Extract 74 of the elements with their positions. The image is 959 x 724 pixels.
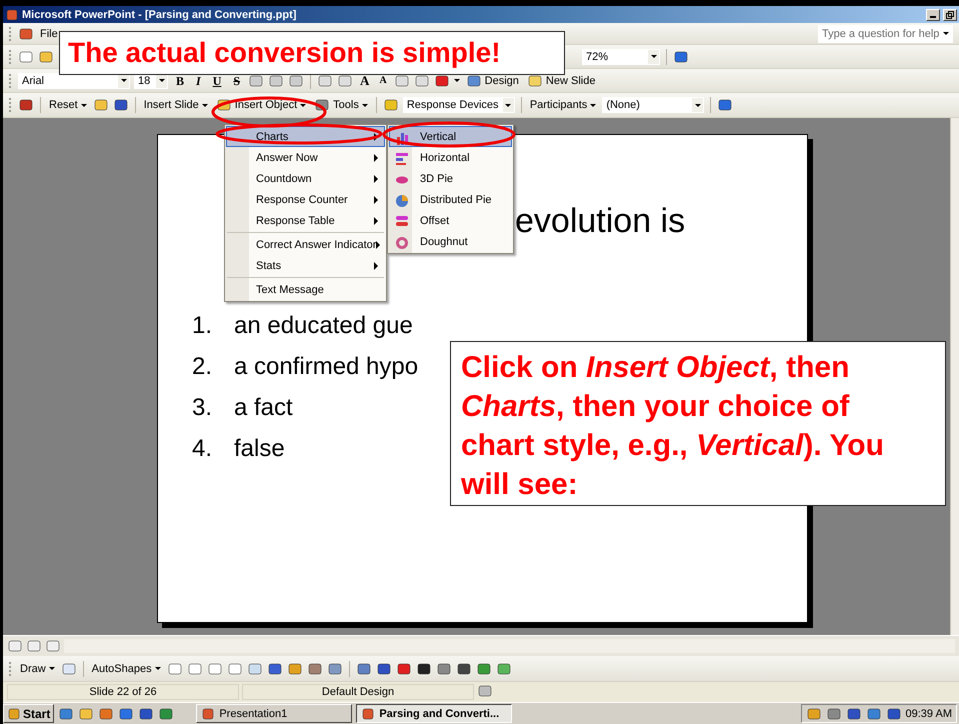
font-size-button[interactable]: A [357, 73, 372, 88]
zoom-combo[interactable]: 72% [582, 48, 660, 64]
menu-item[interactable]: Correct Answer Indicator [226, 231, 385, 255]
taskbar-button[interactable]: Parsing and Converti... [356, 704, 512, 723]
format-button[interactable]: S [229, 74, 244, 88]
option-number: 3. [192, 393, 214, 423]
caret-icon [454, 79, 460, 82]
slide-counter: Slide 22 of 26 [7, 684, 239, 700]
caret-icon [48, 667, 55, 670]
caret-icon [300, 104, 306, 106]
submenu-arrow-icon [374, 132, 378, 140]
response-devices-combo[interactable]: Response Devices [402, 97, 515, 113]
restore-icon [946, 10, 954, 18]
caret-icon [590, 104, 596, 106]
slide-title: evolution is [515, 201, 686, 241]
caret-icon [154, 667, 161, 670]
option-text: a confirmed hypo [234, 352, 418, 382]
menu-item[interactable]: Text Message [226, 276, 385, 300]
caret-icon [362, 104, 368, 106]
design-button[interactable]: Design [464, 72, 521, 88]
clock: 09:39 AM [906, 708, 952, 720]
annotation-callout: Click on Insert Object, then Charts, then your choice of chart style, e.g., Vertical). You will see: [450, 341, 946, 506]
format-button[interactable]: B [172, 74, 188, 88]
insert-slide-button[interactable]: Insert Slide [142, 98, 210, 112]
submenu-arrow-icon [374, 174, 378, 182]
option-text: a fact [234, 393, 293, 423]
caret-icon [505, 104, 512, 106]
participants-button[interactable]: Participants [528, 98, 598, 112]
reset-button[interactable]: Reset [47, 98, 89, 112]
menu-item[interactable]: Doughnut [389, 231, 512, 252]
submenu-arrow-icon [376, 240, 380, 248]
menu-item[interactable]: Stats [226, 255, 385, 276]
option-text: false [234, 434, 285, 464]
menu-item[interactable]: Distributed Pie [389, 189, 512, 210]
tools-button[interactable]: Tools [312, 97, 370, 113]
caret-icon [202, 104, 208, 106]
draw-button[interactable]: Draw [18, 662, 57, 676]
menu-item[interactable]: Response Counter [226, 189, 385, 210]
submenu-arrow-icon [374, 262, 378, 270]
caret-icon [694, 104, 701, 106]
autoshapes-button[interactable]: AutoShapes [90, 662, 163, 676]
option-number: 1. [192, 311, 214, 341]
minimize-button[interactable] [926, 8, 940, 20]
design-name: Default Design [242, 684, 474, 700]
menu-item[interactable]: Offset [389, 210, 512, 231]
start-button[interactable]: Start [3, 704, 54, 723]
option-number: 4. [192, 434, 214, 464]
menu-item[interactable]: Horizontal [389, 147, 512, 168]
vertical-scrollbar[interactable] [950, 118, 959, 635]
format-button[interactable]: I [192, 74, 205, 88]
menu-item[interactable]: File [38, 26, 60, 40]
submenu-arrow-icon [374, 196, 378, 204]
menu-item[interactable]: 3D Pie [389, 168, 512, 189]
menu-item[interactable]: Answer Now [226, 147, 385, 168]
caret-icon [158, 79, 164, 82]
menu-item[interactable]: Response Table [226, 210, 385, 231]
caret-icon [80, 104, 87, 106]
option-number: 2. [192, 352, 214, 382]
option-text: an educated gue [234, 311, 413, 341]
menu-item[interactable]: Countdown [226, 168, 385, 189]
caret-icon [943, 32, 949, 35]
font-size-button[interactable]: A [376, 73, 390, 88]
submenu-arrow-icon [374, 216, 378, 224]
taskbar-button[interactable]: Presentation1 [196, 704, 352, 723]
window-title: Microsoft PowerPoint - [Parsing and Converting.ppt] [22, 8, 298, 20]
new-slide-button[interactable]: New Slide [524, 72, 598, 88]
help-search-field[interactable]: Type a question for help [818, 24, 953, 42]
restore-button[interactable] [943, 8, 957, 20]
annotation-callout: The actual conversion is simple! [59, 31, 565, 75]
format-button[interactable]: U [208, 74, 226, 88]
participants-combo[interactable]: (None) [602, 97, 704, 113]
submenu-arrow-icon [374, 154, 378, 162]
caret-icon [650, 55, 656, 58]
caret-icon [120, 79, 126, 82]
